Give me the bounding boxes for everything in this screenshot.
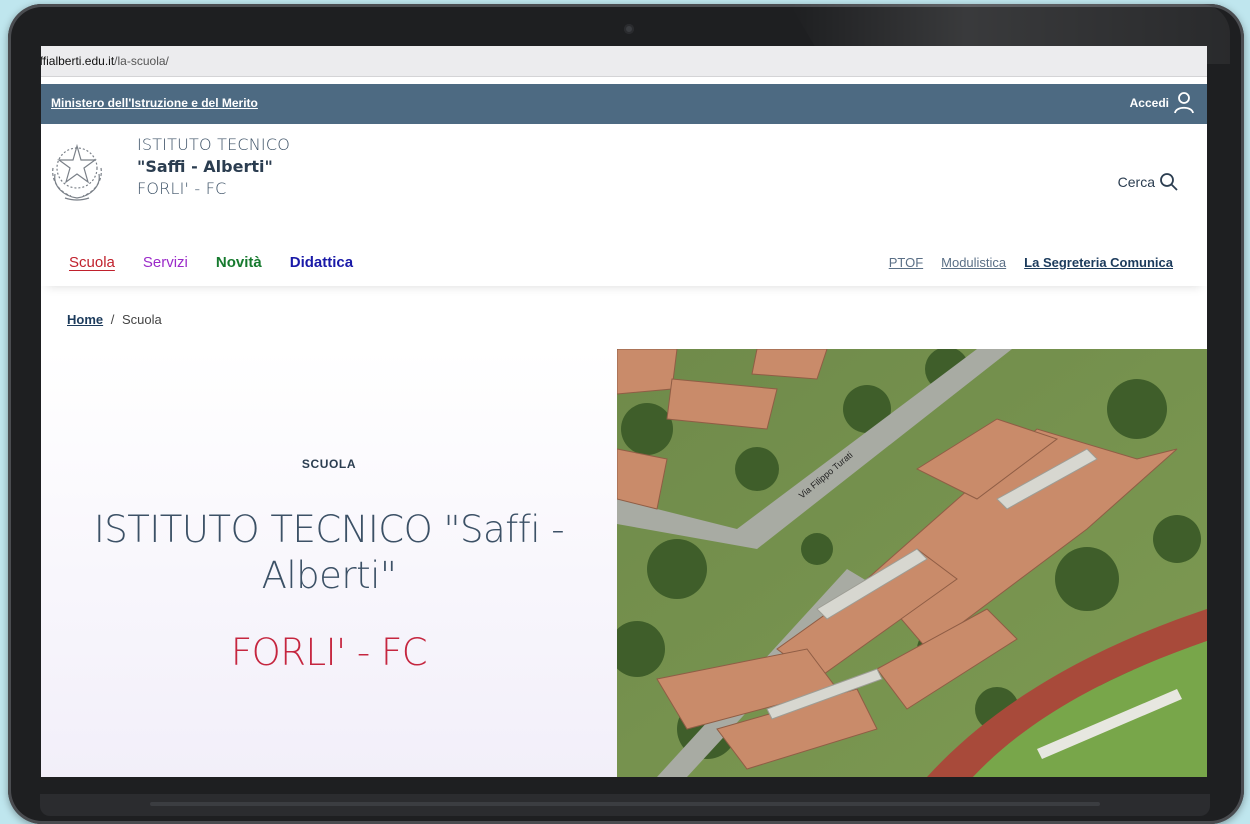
webcam <box>624 24 634 34</box>
search-icon[interactable] <box>1159 172 1179 196</box>
nav-link-segreteria[interactable]: La Segreteria Comunica <box>1024 255 1173 270</box>
hero-text-panel: SCUOLA ISTITUTO TECNICO "Saffi - Alberti… <box>41 349 617 777</box>
site-header: ISTITUTO TECNICO "Saffi - Alberti" FORLI… <box>41 124 1207 234</box>
nav-item-novita[interactable]: Novità <box>216 254 262 271</box>
nav-item-scuola[interactable]: Scuola <box>69 254 115 271</box>
login-button[interactable]: Accedi <box>1130 96 1169 110</box>
address-bar[interactable]: affialberti.edu.it/la-scuola/ <box>41 46 1207 77</box>
hero-aerial-photo: Via Filippo Turati <box>617 349 1207 777</box>
hero-eyebrow: SCUOLA <box>301 457 357 471</box>
institutional-topbar: Ministero dell'Istruzione e del Merito A… <box>41 84 1207 124</box>
school-location: FORLI' - FC <box>137 179 227 198</box>
breadcrumb-home[interactable]: Home <box>67 312 103 327</box>
url-path: /la-scuola/ <box>114 54 169 68</box>
breadcrumb: Home / Scuola <box>67 312 162 327</box>
breadcrumb-current: Scuola <box>122 312 162 327</box>
emblem-icon[interactable] <box>47 140 107 208</box>
school-type: ISTITUTO TECNICO <box>137 135 291 154</box>
nav-main-menu: Scuola Servizi Novità Didattica <box>69 254 381 271</box>
school-title: "Saffi - Alberti" <box>137 157 273 176</box>
laptop-hinge <box>150 802 1100 806</box>
nav-link-modulistica[interactable]: Modulistica <box>941 255 1006 270</box>
ministry-link[interactable]: Ministero dell'Istruzione e del Merito <box>51 96 258 110</box>
nav-link-ptof[interactable]: PTOF <box>889 255 923 270</box>
search-button[interactable]: Cerca <box>1118 174 1155 190</box>
hero-subtitle: FORLI' - FC <box>230 631 428 674</box>
user-icon[interactable] <box>1173 91 1195 118</box>
screen: affialberti.edu.it/la-scuola/ Ministero … <box>41 46 1207 777</box>
nav-item-didattica[interactable]: Didattica <box>290 254 353 271</box>
breadcrumb-separator: / <box>110 312 115 327</box>
nav-secondary-menu: PTOF Modulistica La Segreteria Comunica <box>871 255 1173 270</box>
school-name[interactable]: ISTITUTO TECNICO "Saffi - Alberti" FORLI… <box>137 134 290 200</box>
nav-item-servizi[interactable]: Servizi <box>143 254 188 271</box>
hero-title: ISTITUTO TECNICO "Saffi - Alberti" <box>93 508 565 597</box>
main-navigation: Scuola Servizi Novità Didattica PTOF Modulis… <box>41 234 1207 286</box>
url-host: affialberti.edu.it <box>41 54 115 68</box>
